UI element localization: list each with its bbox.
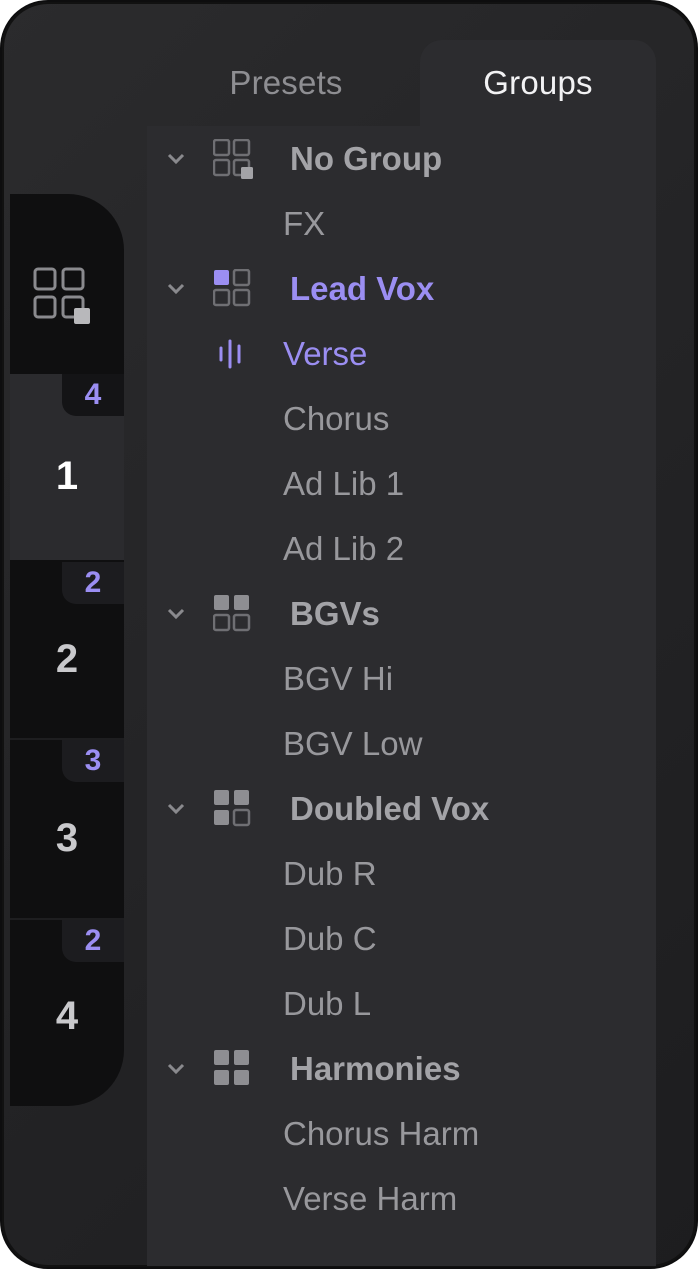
- list-item-verse-harm[interactable]: Verse Harm: [147, 1166, 656, 1231]
- slot-badge: 2: [62, 562, 124, 604]
- group-label: Lead Vox: [290, 269, 435, 307]
- list-item-chorus-harm[interactable]: Chorus Harm: [147, 1101, 656, 1166]
- groups-list-panel: No Group FX Lead Vox Verse Chorus Ad Lib…: [147, 126, 656, 1266]
- tab-groups[interactable]: Groups: [420, 40, 656, 126]
- group-header-harmonies[interactable]: Harmonies: [147, 1036, 656, 1101]
- waveform-icon: [217, 338, 249, 370]
- slot-number: 2: [55, 636, 79, 681]
- list-item-verse[interactable]: Verse: [147, 321, 656, 386]
- grid-two-filled-icon: [212, 594, 253, 634]
- list-item-label: BGV Low: [283, 724, 423, 762]
- group-label: No Group: [290, 139, 443, 177]
- slot-number: 4: [55, 993, 79, 1038]
- group-header-no-group[interactable]: No Group: [147, 126, 656, 191]
- chevron-down-icon[interactable]: [165, 798, 187, 820]
- list-item-label: FX: [283, 204, 326, 242]
- list-item-dub-c[interactable]: Dub C: [147, 906, 656, 971]
- groups-panel: Presets Groups 4 1 2 2 3 3 2 4 No Group …: [2, 2, 696, 1267]
- list-item-label: Ad Lib 1: [283, 464, 405, 502]
- list-item-label: Ad Lib 2: [283, 529, 405, 567]
- grid-empty-icon: [212, 138, 253, 179]
- list-item-chorus[interactable]: Chorus: [147, 386, 656, 451]
- group-grid-rail-icon[interactable]: [32, 266, 92, 326]
- grid-four-filled-icon: [213, 1049, 253, 1089]
- group-label: Harmonies: [290, 1049, 461, 1087]
- rail-slot-3[interactable]: 3 3: [10, 740, 124, 918]
- slot-badge: 3: [62, 740, 124, 782]
- chevron-down-icon[interactable]: [165, 1058, 187, 1080]
- list-item-label: Verse Harm: [283, 1179, 458, 1217]
- list-item-label: Chorus: [283, 399, 390, 437]
- list-item-dub-r[interactable]: Dub R: [147, 841, 656, 906]
- slot-badge: 2: [62, 920, 124, 962]
- rail-slot-4[interactable]: 2 4: [10, 920, 124, 1106]
- list-item-label: Chorus Harm: [283, 1114, 480, 1152]
- rail-slot-2[interactable]: 2 2: [10, 562, 124, 738]
- group-label: BGVs: [290, 594, 380, 632]
- group-header-bgvs[interactable]: BGVs: [147, 581, 656, 646]
- chevron-down-icon[interactable]: [165, 278, 187, 300]
- chevron-down-icon[interactable]: [165, 603, 187, 625]
- list-item-fx[interactable]: FX: [147, 191, 656, 256]
- list-item-bgv-hi[interactable]: BGV Hi: [147, 646, 656, 711]
- list-item-label: Dub R: [283, 854, 377, 892]
- grid-one-filled-icon: [212, 268, 253, 309]
- group-header-doubled-vox[interactable]: Doubled Vox: [147, 776, 656, 841]
- list-item-ad-lib-1[interactable]: Ad Lib 1: [147, 451, 656, 516]
- group-header-lead-vox[interactable]: Lead Vox: [147, 256, 656, 321]
- slot-number: 3: [55, 815, 79, 860]
- group-label: Doubled Vox: [290, 789, 490, 827]
- slot-number: 1: [55, 453, 79, 498]
- tab-presets[interactable]: Presets: [152, 40, 420, 126]
- slot-badge: 4: [62, 374, 124, 416]
- chevron-down-icon[interactable]: [165, 148, 187, 170]
- list-item-label: BGV Hi: [283, 659, 394, 697]
- list-item-ad-lib-2[interactable]: Ad Lib 2: [147, 516, 656, 581]
- list-item-label: Verse: [283, 334, 368, 372]
- rail-slot-1[interactable]: 4 1: [10, 374, 124, 560]
- list-item-bgv-low[interactable]: BGV Low: [147, 711, 656, 776]
- list-item-label: Dub L: [283, 984, 372, 1022]
- list-item-label: Dub C: [283, 919, 377, 957]
- grid-three-filled-icon: [213, 789, 253, 829]
- list-item-dub-l[interactable]: Dub L: [147, 971, 656, 1036]
